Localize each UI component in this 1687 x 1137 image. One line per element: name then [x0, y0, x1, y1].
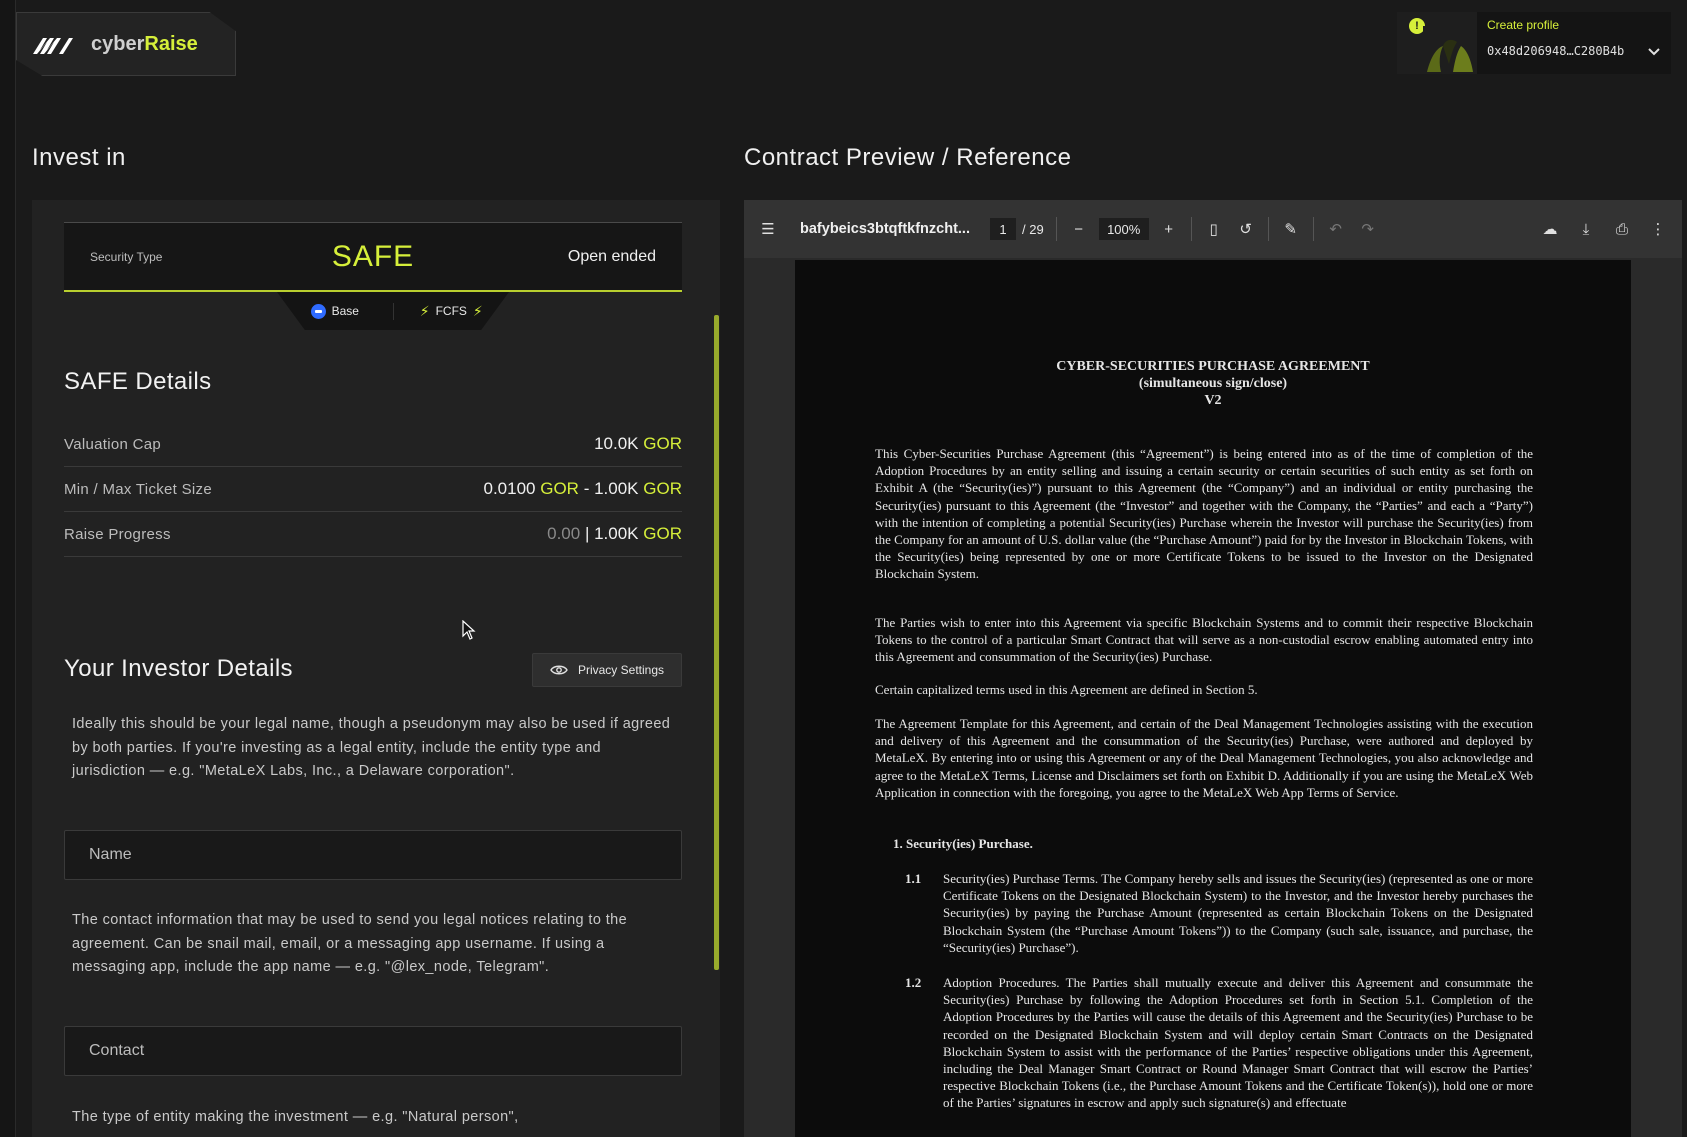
deal-tags: Base ⚡ FCFS ⚡ — [277, 292, 509, 330]
raise-progress-row: Raise Progress 0.00 | 1.00K GOR — [64, 512, 682, 557]
contact-field[interactable] — [64, 1026, 682, 1076]
privacy-settings-button[interactable]: Privacy Settings — [532, 653, 682, 687]
contact-input[interactable] — [89, 1042, 657, 1060]
pdf-page: CYBER-SECURITIES PURCHASE AGREEMENT (sim… — [795, 260, 1631, 1137]
base-chain-icon — [310, 303, 326, 319]
doc-paragraph-parties: The Parties wish to enter into this Agre… — [875, 615, 1533, 665]
raise-progress-value: 0.00 | 1.00K GOR — [547, 524, 682, 543]
toolbar-divider — [1267, 217, 1269, 241]
profile-box: Create profile 0x48d206948…C280B4b — [1477, 12, 1671, 74]
toolbar-divider — [1190, 217, 1192, 241]
wallet-selector[interactable]: 0x48d206948…C280B4b — [1487, 44, 1661, 58]
contact-help-text: The contact information that may be used… — [72, 912, 628, 975]
name-input[interactable] — [89, 846, 657, 864]
doc-paragraph-intro: This Cyber-Securities Purchase Agreement… — [875, 446, 1533, 582]
security-type-value: SAFE — [331, 239, 415, 273]
doc-section-1: 1. Security(ies) Purchase. — [893, 836, 1033, 851]
undo-icon[interactable]: ↶ — [1326, 219, 1346, 239]
create-profile-link[interactable]: Create profile — [1487, 18, 1661, 32]
valuation-cap-value: 10.0K GOR — [594, 434, 682, 453]
pdf-file-name: bafybeics3btqftkfnzcht... — [800, 221, 970, 237]
page-number-input[interactable]: 1 — [990, 218, 1016, 240]
avatar-area[interactable]: ! — [1397, 12, 1477, 74]
page-total: / 29 — [1022, 221, 1044, 237]
document-title: CYBER-SECURITIES PURCHASE AGREEMENT (sim… — [1056, 359, 1370, 408]
invest-panel: Security Type SAFE Open ended Base ⚡ FCF… — [32, 200, 720, 1137]
more-options-icon[interactable]: ⋮ — [1648, 219, 1668, 239]
scrollbar[interactable] — [714, 315, 719, 970]
entity-help-text: The type of entity making the investment… — [72, 1109, 519, 1125]
brand-name: cyberRaise — [91, 32, 198, 55]
contract-preview-title: Contract Preview / Reference — [744, 144, 1072, 171]
name-field[interactable] — [64, 830, 682, 880]
toolbar-divider — [1055, 217, 1057, 241]
rotate-icon[interactable]: ↺ — [1236, 219, 1256, 239]
account-area: ! Create profile 0x48d206948…C280B4b — [1397, 12, 1671, 74]
investor-details-title: Your Investor Details — [64, 655, 293, 682]
cloud-upload-icon[interactable]: ☁ — [1540, 219, 1560, 239]
security-type-label: Security Type — [90, 249, 163, 264]
window-edge — [0, 0, 16, 1137]
metalex-logo-icon — [33, 38, 73, 54]
lightning-icon: ⚡ — [419, 302, 430, 319]
lightning-icon: ⚡ — [472, 302, 483, 319]
toolbar-divider — [1312, 217, 1314, 241]
ticket-size-row: Min / Max Ticket Size 0.0100 GOR - 1.00K… — [64, 467, 682, 512]
print-icon[interactable]: ⎙ — [1612, 219, 1632, 239]
tag-base: Base — [277, 303, 393, 319]
chevron-down-icon — [1648, 48, 1660, 56]
doc-paragraph-terms: Certain capitalized terms used in this A… — [875, 682, 1258, 697]
ticket-size-value: 0.0100 GOR - 1.00K GOR — [483, 479, 682, 498]
download-icon[interactable]: ⤓ — [1576, 219, 1596, 239]
eye-icon — [550, 665, 568, 675]
fit-page-icon[interactable]: ▯ — [1204, 219, 1224, 239]
zoom-level[interactable]: 100% — [1098, 218, 1149, 240]
doc-paragraph-template: The Agreement Template for this Agreemen… — [875, 716, 1533, 800]
app-logo[interactable]: cyberRaise — [16, 12, 236, 76]
tag-fcfs: ⚡ FCFS ⚡ — [392, 302, 510, 320]
security-type-card: Security Type SAFE Open ended — [64, 222, 682, 292]
redo-icon[interactable]: ↷ — [1358, 219, 1378, 239]
wallet-address: 0x48d206948…C280B4b — [1487, 44, 1625, 58]
menu-icon[interactable]: ☰ — [758, 219, 778, 239]
invest-title: Invest in — [32, 144, 126, 171]
mouse-cursor-icon — [462, 620, 476, 640]
zoom-out-icon[interactable]: − — [1069, 219, 1089, 239]
zoom-in-icon[interactable]: + — [1159, 219, 1179, 239]
valuation-cap-row: Valuation Cap 10.0K GOR — [64, 422, 682, 467]
avatar — [1423, 26, 1473, 72]
pdf-toolbar: ☰ bafybeics3btqftkfnzcht... 1 / 29 − 100… — [744, 200, 1682, 258]
annotate-icon[interactable]: ✎ — [1281, 219, 1301, 239]
name-help-text: Ideally this should be your legal name, … — [72, 716, 671, 779]
pdf-viewer: ☰ bafybeics3btqftkfnzcht... 1 / 29 − 100… — [744, 200, 1682, 1137]
security-term: Open ended — [567, 247, 656, 265]
safe-details-title: SAFE Details — [64, 368, 212, 395]
